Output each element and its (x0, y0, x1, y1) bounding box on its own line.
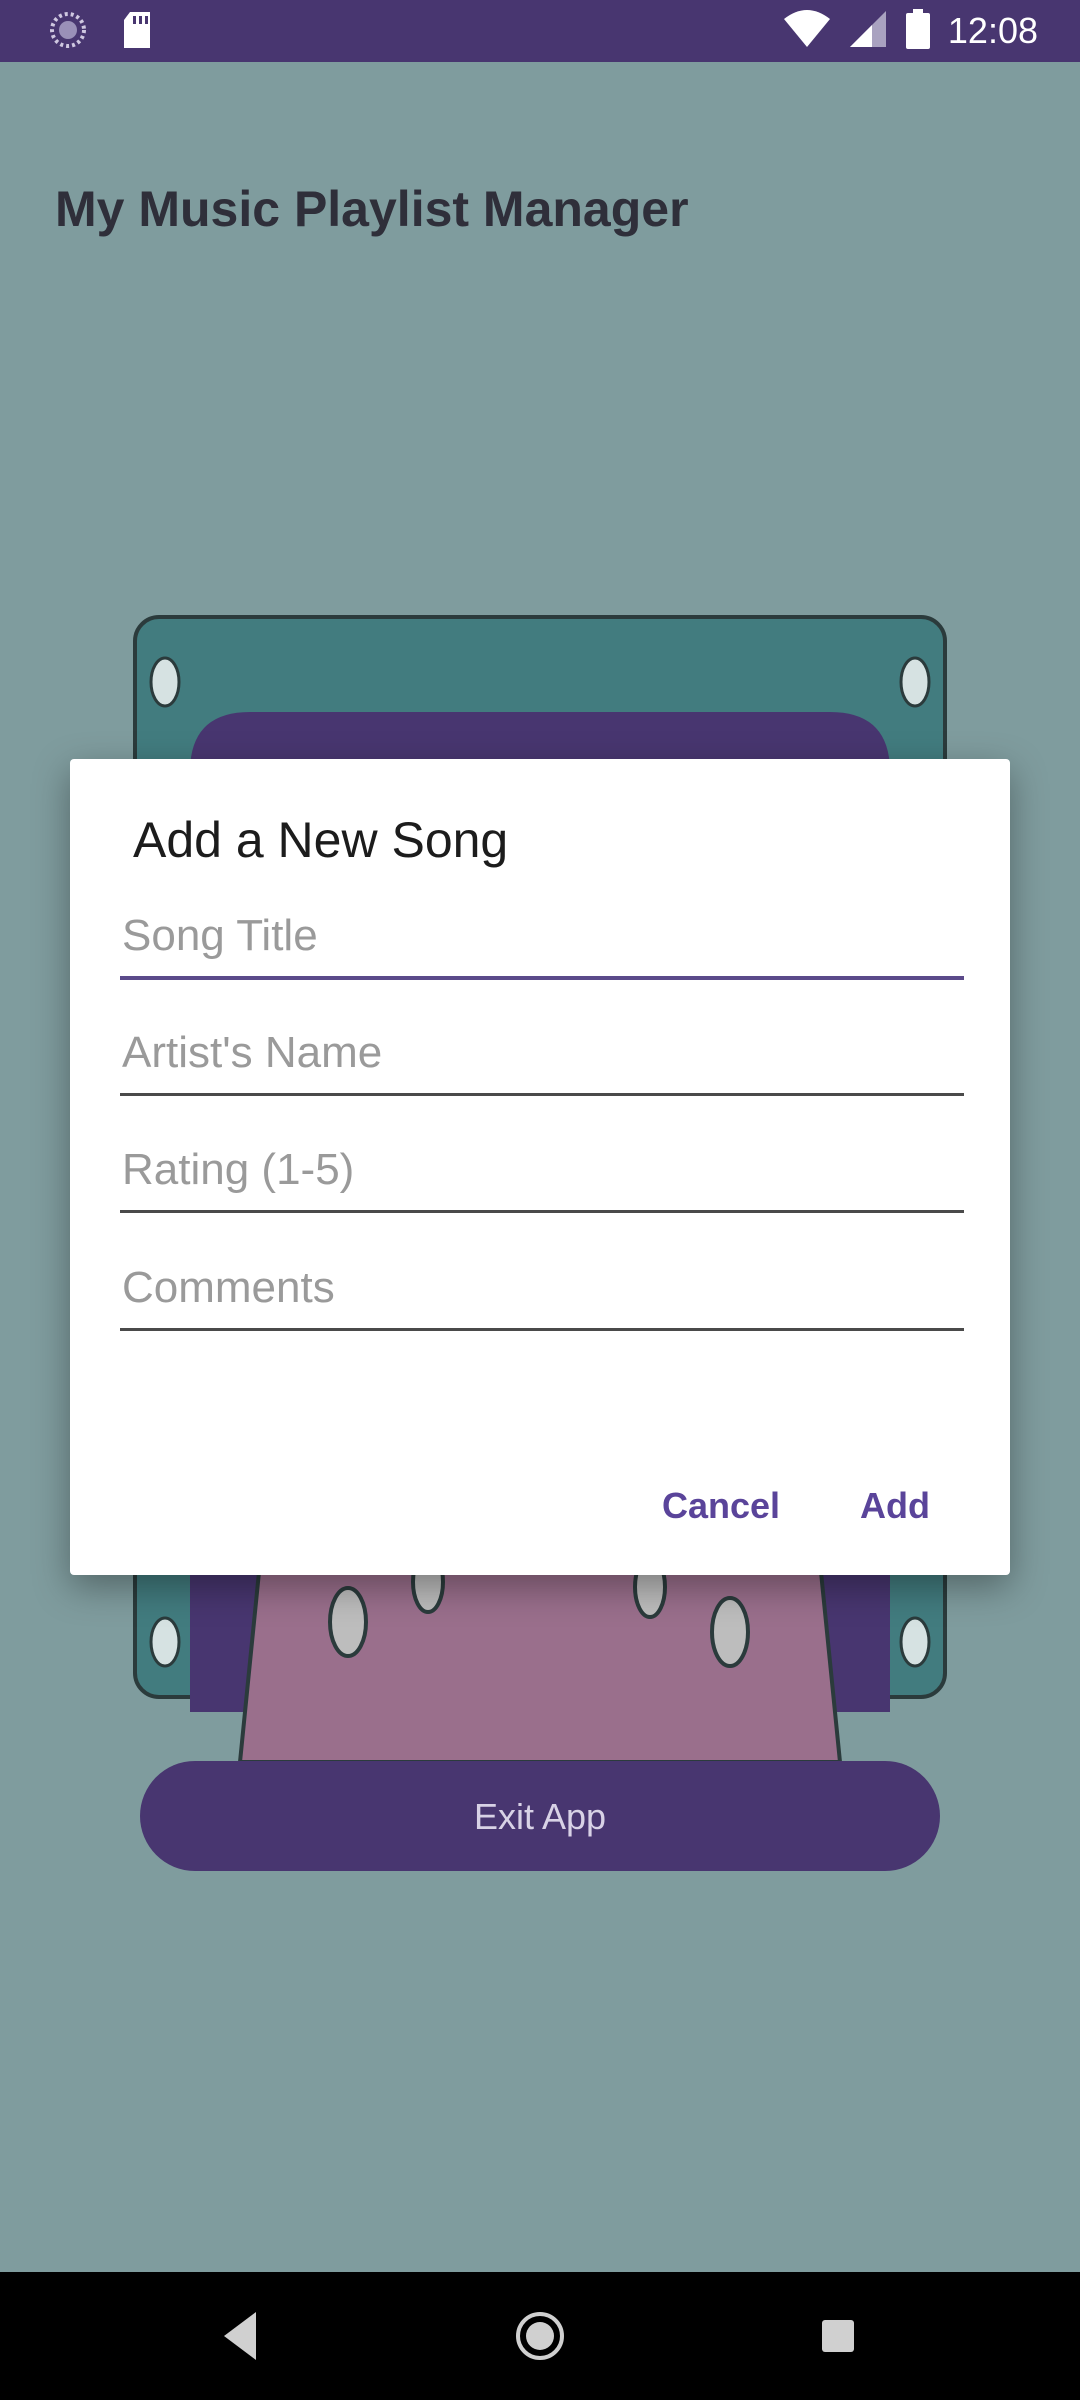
signal-icon (848, 9, 888, 54)
app-title: My Music Playlist Manager (55, 181, 689, 237)
add-button[interactable]: Add (860, 1485, 930, 1527)
home-icon[interactable] (514, 2306, 566, 2371)
sd-card-icon (122, 12, 152, 53)
cancel-button[interactable]: Cancel (662, 1485, 780, 1527)
loading-icon (50, 12, 86, 53)
status-bar: 12:08 (0, 0, 1080, 62)
comments-input[interactable] (120, 1248, 964, 1331)
recents-icon[interactable] (818, 2306, 858, 2371)
dialog-actions: Cancel Add (662, 1485, 930, 1527)
wifi-icon (783, 9, 830, 54)
status-time: 12:08 (947, 10, 1038, 51)
exit-app-button[interactable]: Exit App (140, 1761, 940, 1871)
artist-name-input[interactable] (120, 1013, 964, 1096)
song-title-input[interactable] (120, 896, 964, 980)
rating-input[interactable] (120, 1130, 964, 1213)
dialog-title: Add a New Song (133, 812, 509, 868)
navigation-bar (0, 2272, 1080, 2400)
battery-icon (905, 8, 930, 54)
add-song-dialog: Add a New Song Cancel Add (70, 759, 1010, 1575)
back-icon[interactable] (220, 2306, 260, 2371)
